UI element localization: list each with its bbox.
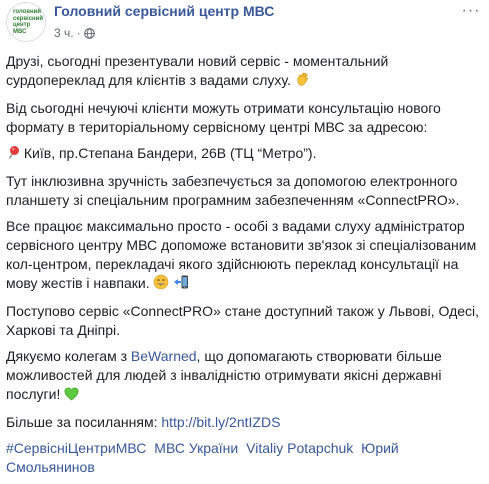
post-paragraph: Більше за посиланням: http://bit.ly/2ntI… xyxy=(6,413,486,432)
post-meta: 3 ч. · xyxy=(54,26,95,40)
post-text-process: Все працює максимально просто - особі з … xyxy=(6,218,477,291)
tags-line: #СервісніЦентриМВС МВС України Vitaliy P… xyxy=(6,439,486,477)
post-paragraph: Друзі, сьогодні презентували новий серві… xyxy=(6,52,486,92)
post-text-address: Київ, пр.Степана Бандери, 26В (ТЦ “Метро… xyxy=(23,145,317,161)
post-text-more: Більше за посиланням: xyxy=(6,414,158,430)
avatar-logo-text: головний сервісний центр МВС xyxy=(13,9,44,35)
hashtag-link[interactable]: #СервісніЦентриМВС xyxy=(6,440,146,456)
post-text-tablet: Тут інклюзивна зручність забезпечується … xyxy=(6,173,460,208)
short-url-link[interactable]: http://bit.ly/2ntIZDS xyxy=(161,414,280,430)
page-avatar[interactable]: головний сервісний центр МВС xyxy=(6,2,46,42)
green-heart-emoji xyxy=(64,387,79,406)
post-text-cities: Поступово сервіс «ConnectPRO» стане дост… xyxy=(6,303,480,338)
post-header: головний сервісний центр МВС Головний се… xyxy=(5,0,485,48)
post-text-info: Від сьогодні нечуючі клієнти можуть отри… xyxy=(6,100,441,135)
tagged-page-link[interactable]: МВС України xyxy=(154,440,238,456)
page-name-link[interactable]: Головний сервісний центр МВС xyxy=(54,3,274,19)
post-text-thanks-start: Дякуємо колегам з xyxy=(6,348,128,364)
post-paragraph: Дякуємо колегам з BeWarned, що допомагаю… xyxy=(6,347,486,406)
round-pushpin-emoji xyxy=(6,145,20,165)
post-body: Друзі, сьогодні презентували новий серві… xyxy=(6,52,486,484)
post-paragraph: Від сьогодні нечуючі клієнти можуть отри… xyxy=(6,99,486,137)
mobile-phone-arrow-emoji xyxy=(173,274,189,295)
post-paragraph: Київ, пр.Степана Бандери, 26В (ТЦ “Метро… xyxy=(6,144,486,165)
waving-hand-emoji xyxy=(295,71,311,92)
post-timestamp[interactable]: 3 ч. xyxy=(54,26,74,40)
more-options-icon[interactable]: ··· xyxy=(461,3,481,22)
post-paragraph: Тут інклюзивна зручність забезпечується … xyxy=(6,172,486,210)
smiling-face-emoji xyxy=(153,274,169,295)
tagged-person-link[interactable]: Vitaliy Potapchuk xyxy=(246,440,353,456)
globe-icon[interactable] xyxy=(83,27,95,39)
post-paragraph: Поступово сервіс «ConnectPRO» стане дост… xyxy=(6,302,486,340)
post-paragraph: Все працює максимально просто - особі з … xyxy=(6,217,486,295)
post-text-intro: Друзі, сьогодні презентували новий серві… xyxy=(6,53,389,88)
meta-separator: · xyxy=(76,26,81,40)
bewarned-link[interactable]: BeWarned xyxy=(131,348,197,364)
facebook-post: головний сервісний центр МВС Головний се… xyxy=(0,0,489,475)
